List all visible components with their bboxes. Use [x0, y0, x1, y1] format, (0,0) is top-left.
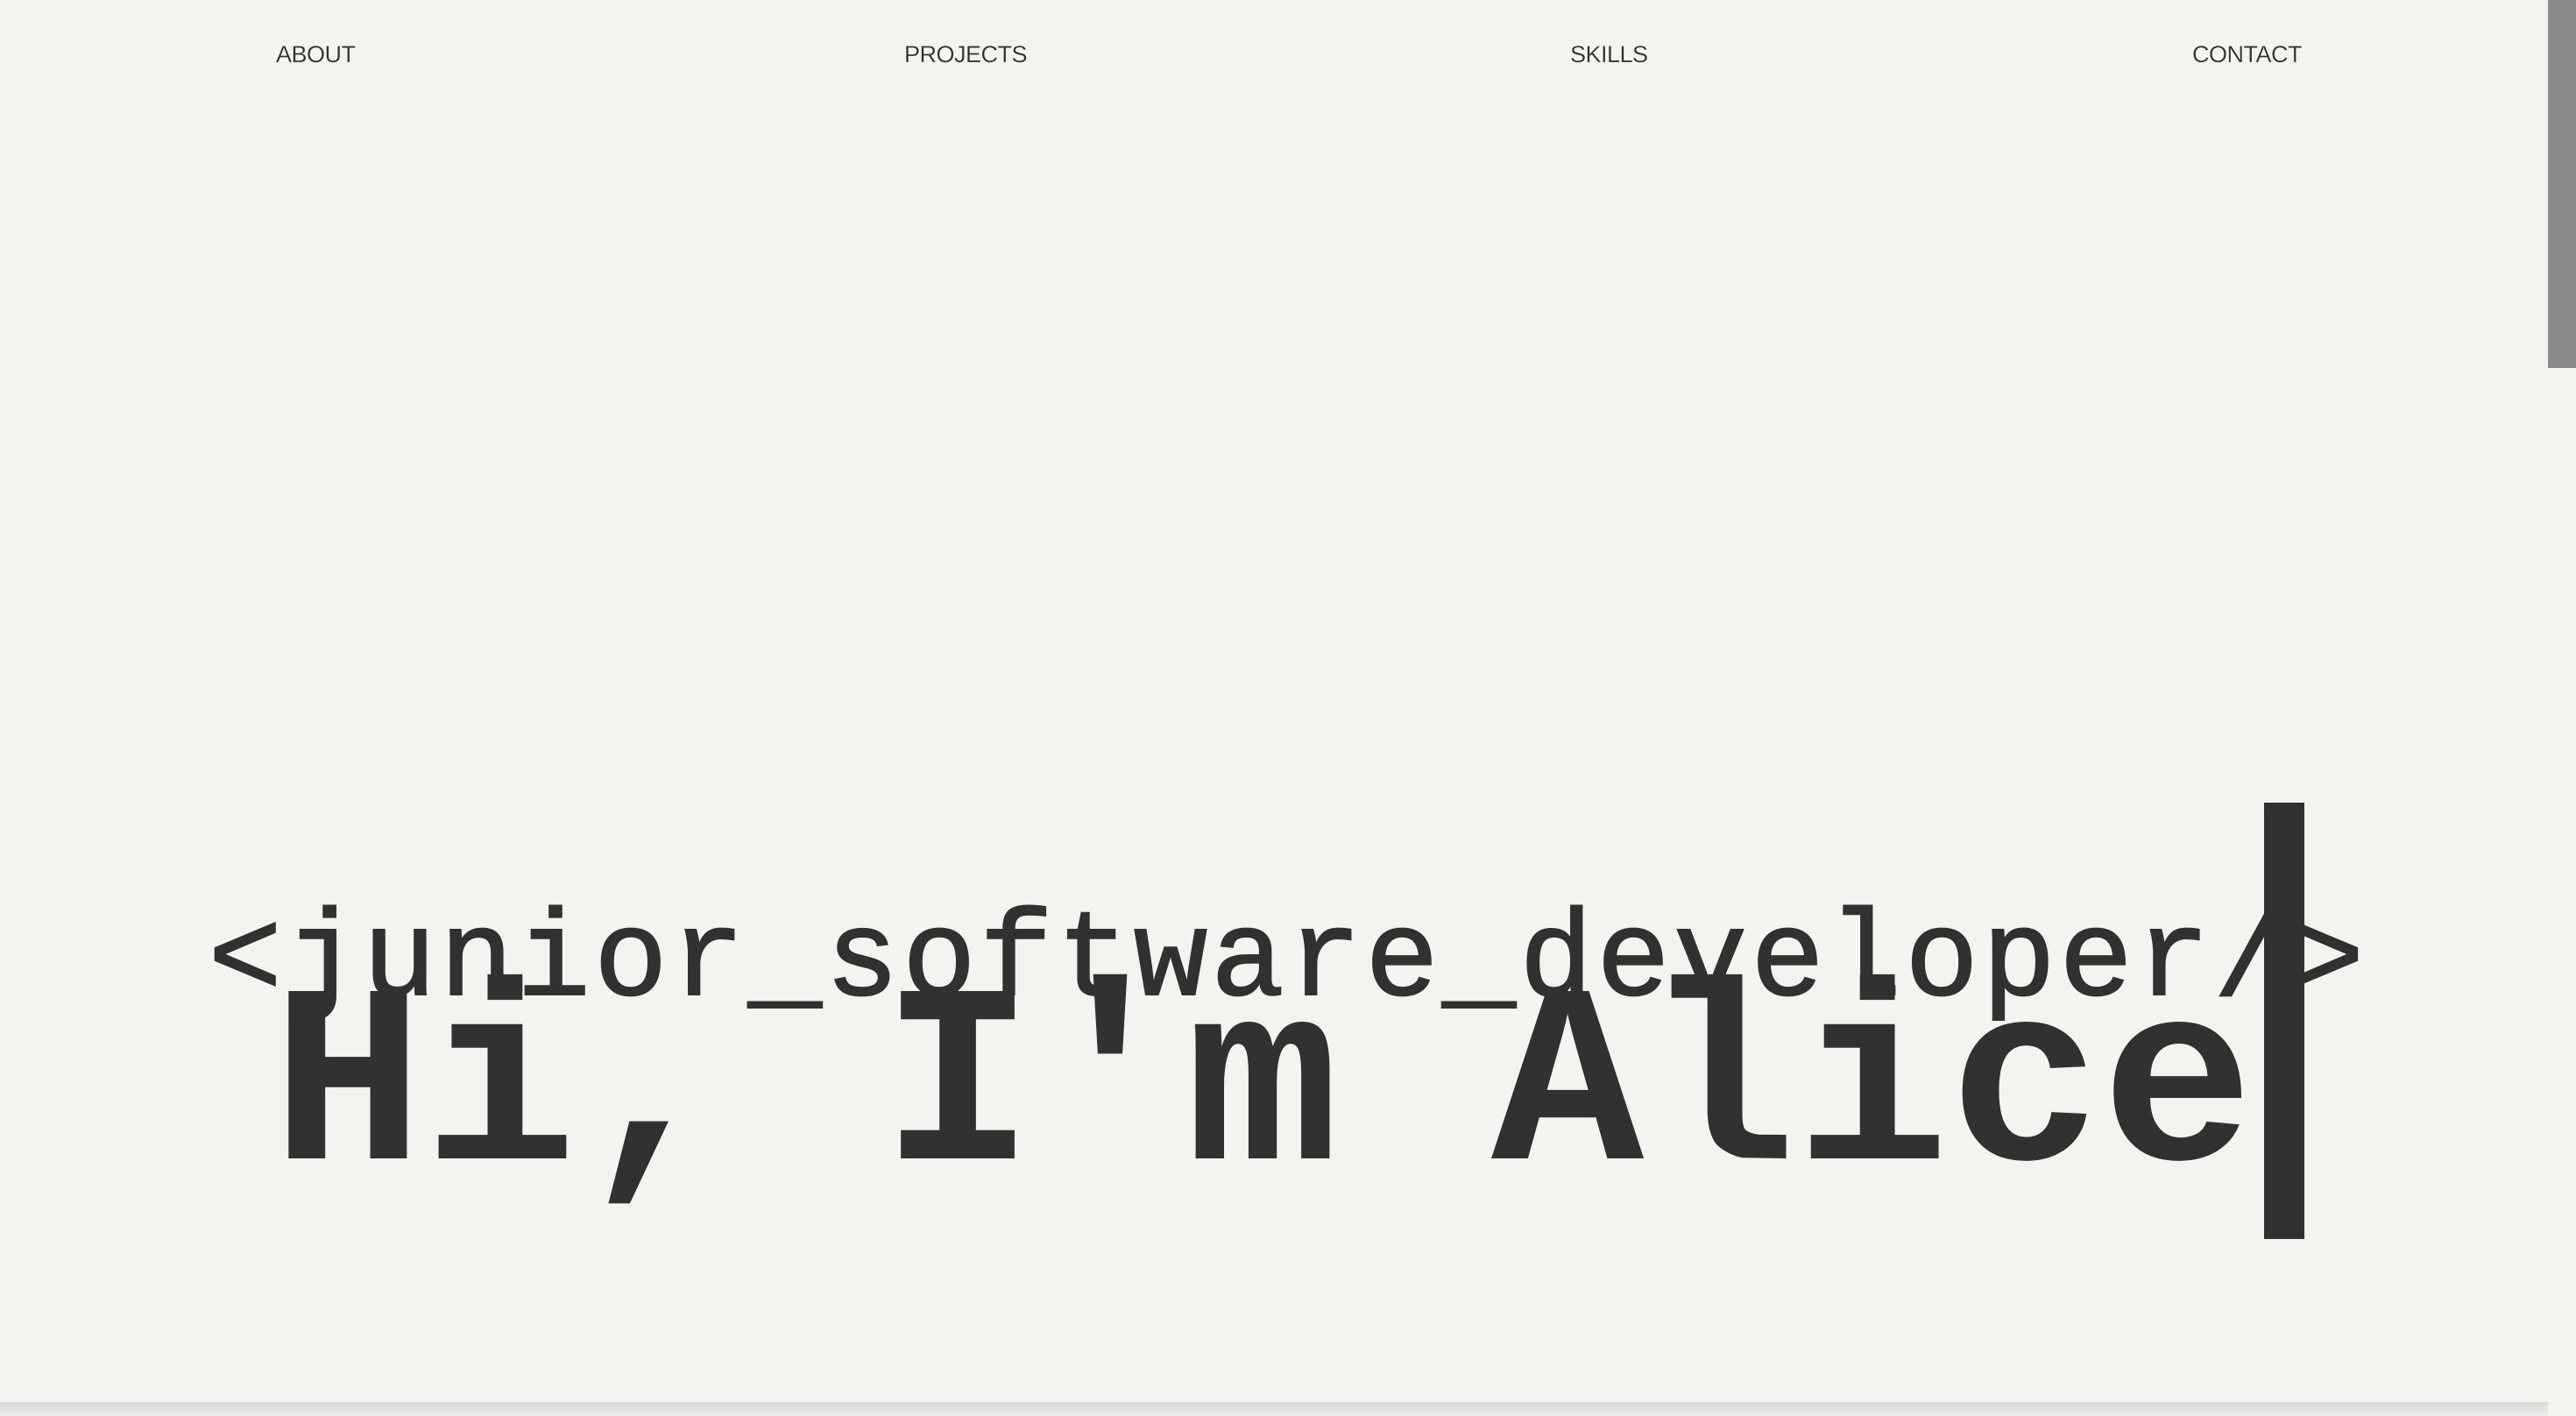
hero-subtitle: <junior_software_developer/>: [208, 893, 2368, 1032]
portfolio-page: ABOUT PROJECTS SKILLS CONTACT Hi, I'm Al…: [0, 0, 2576, 1416]
scrollbar-thumb[interactable]: [2548, 0, 2576, 368]
top-navigation: ABOUT PROJECTS SKILLS CONTACT: [0, 39, 2576, 70]
nav-link-about[interactable]: ABOUT: [276, 39, 356, 70]
nav-link-projects[interactable]: PROJECTS: [904, 39, 1028, 70]
nav-link-contact[interactable]: CONTACT: [2192, 39, 2303, 70]
nav-link-skills[interactable]: SKILLS: [1570, 39, 1648, 70]
vertical-scrollbar[interactable]: [2548, 0, 2576, 1416]
viewport-bottom-edge: [0, 1402, 2548, 1416]
